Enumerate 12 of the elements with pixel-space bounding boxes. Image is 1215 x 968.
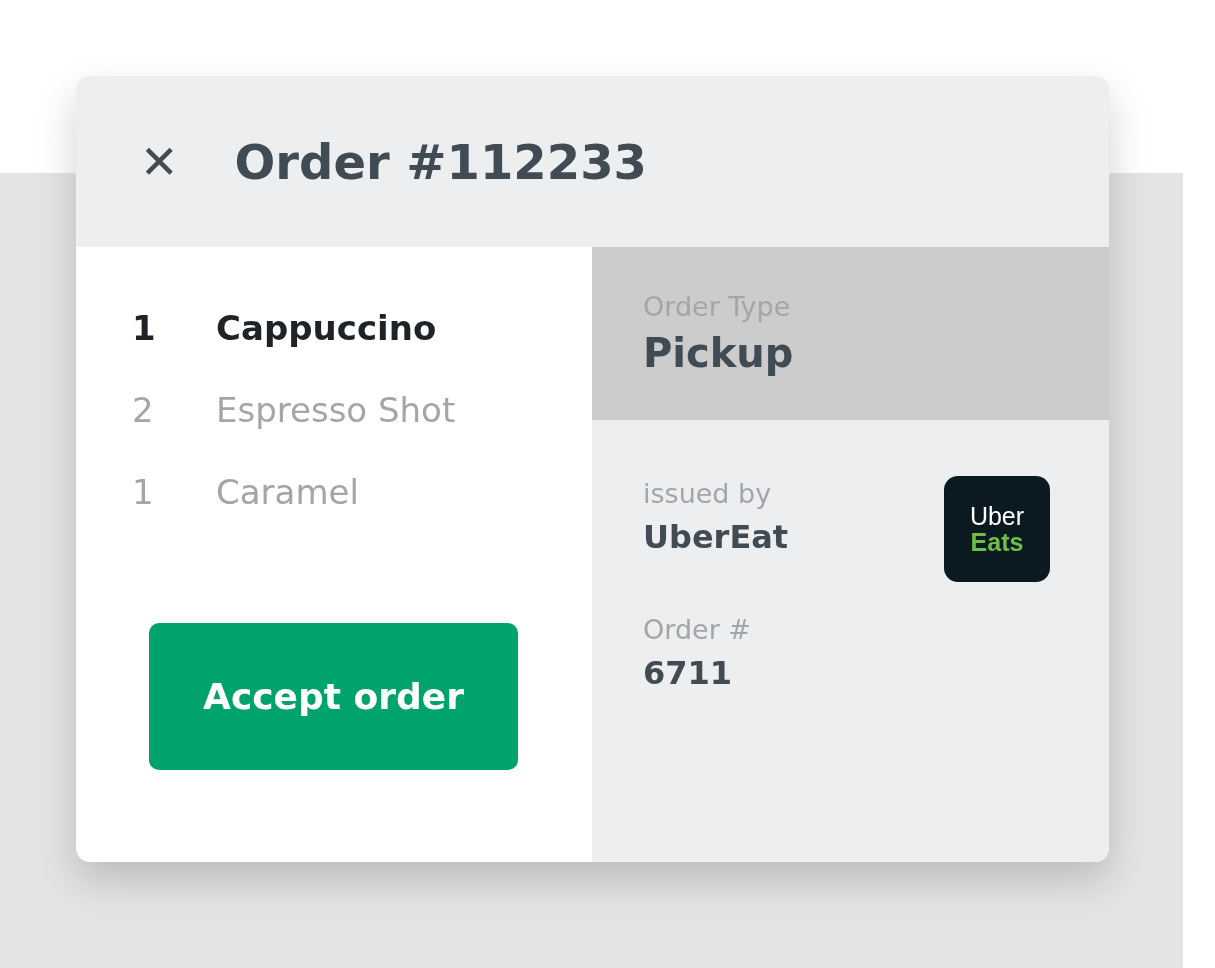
order-title: Order #112233 bbox=[234, 133, 647, 190]
order-item[interactable]: 1 Cappuccino bbox=[132, 307, 592, 349]
order-number-value: 6711 bbox=[643, 653, 734, 694]
close-button[interactable]: ✕ bbox=[140, 138, 179, 185]
accept-order-button[interactable]: Accept order bbox=[149, 623, 518, 770]
delivery-service-logo: Uber Eats bbox=[944, 476, 1050, 582]
order-number-label: Order # bbox=[643, 613, 752, 647]
order-item[interactable]: 1 Caramel bbox=[132, 471, 592, 513]
issued-by-label: issued by bbox=[643, 477, 773, 511]
issuer-name: UberEat bbox=[643, 517, 789, 558]
order-item[interactable]: 2 Espresso Shot bbox=[132, 389, 592, 431]
order-type-value: Pickup bbox=[643, 329, 795, 378]
